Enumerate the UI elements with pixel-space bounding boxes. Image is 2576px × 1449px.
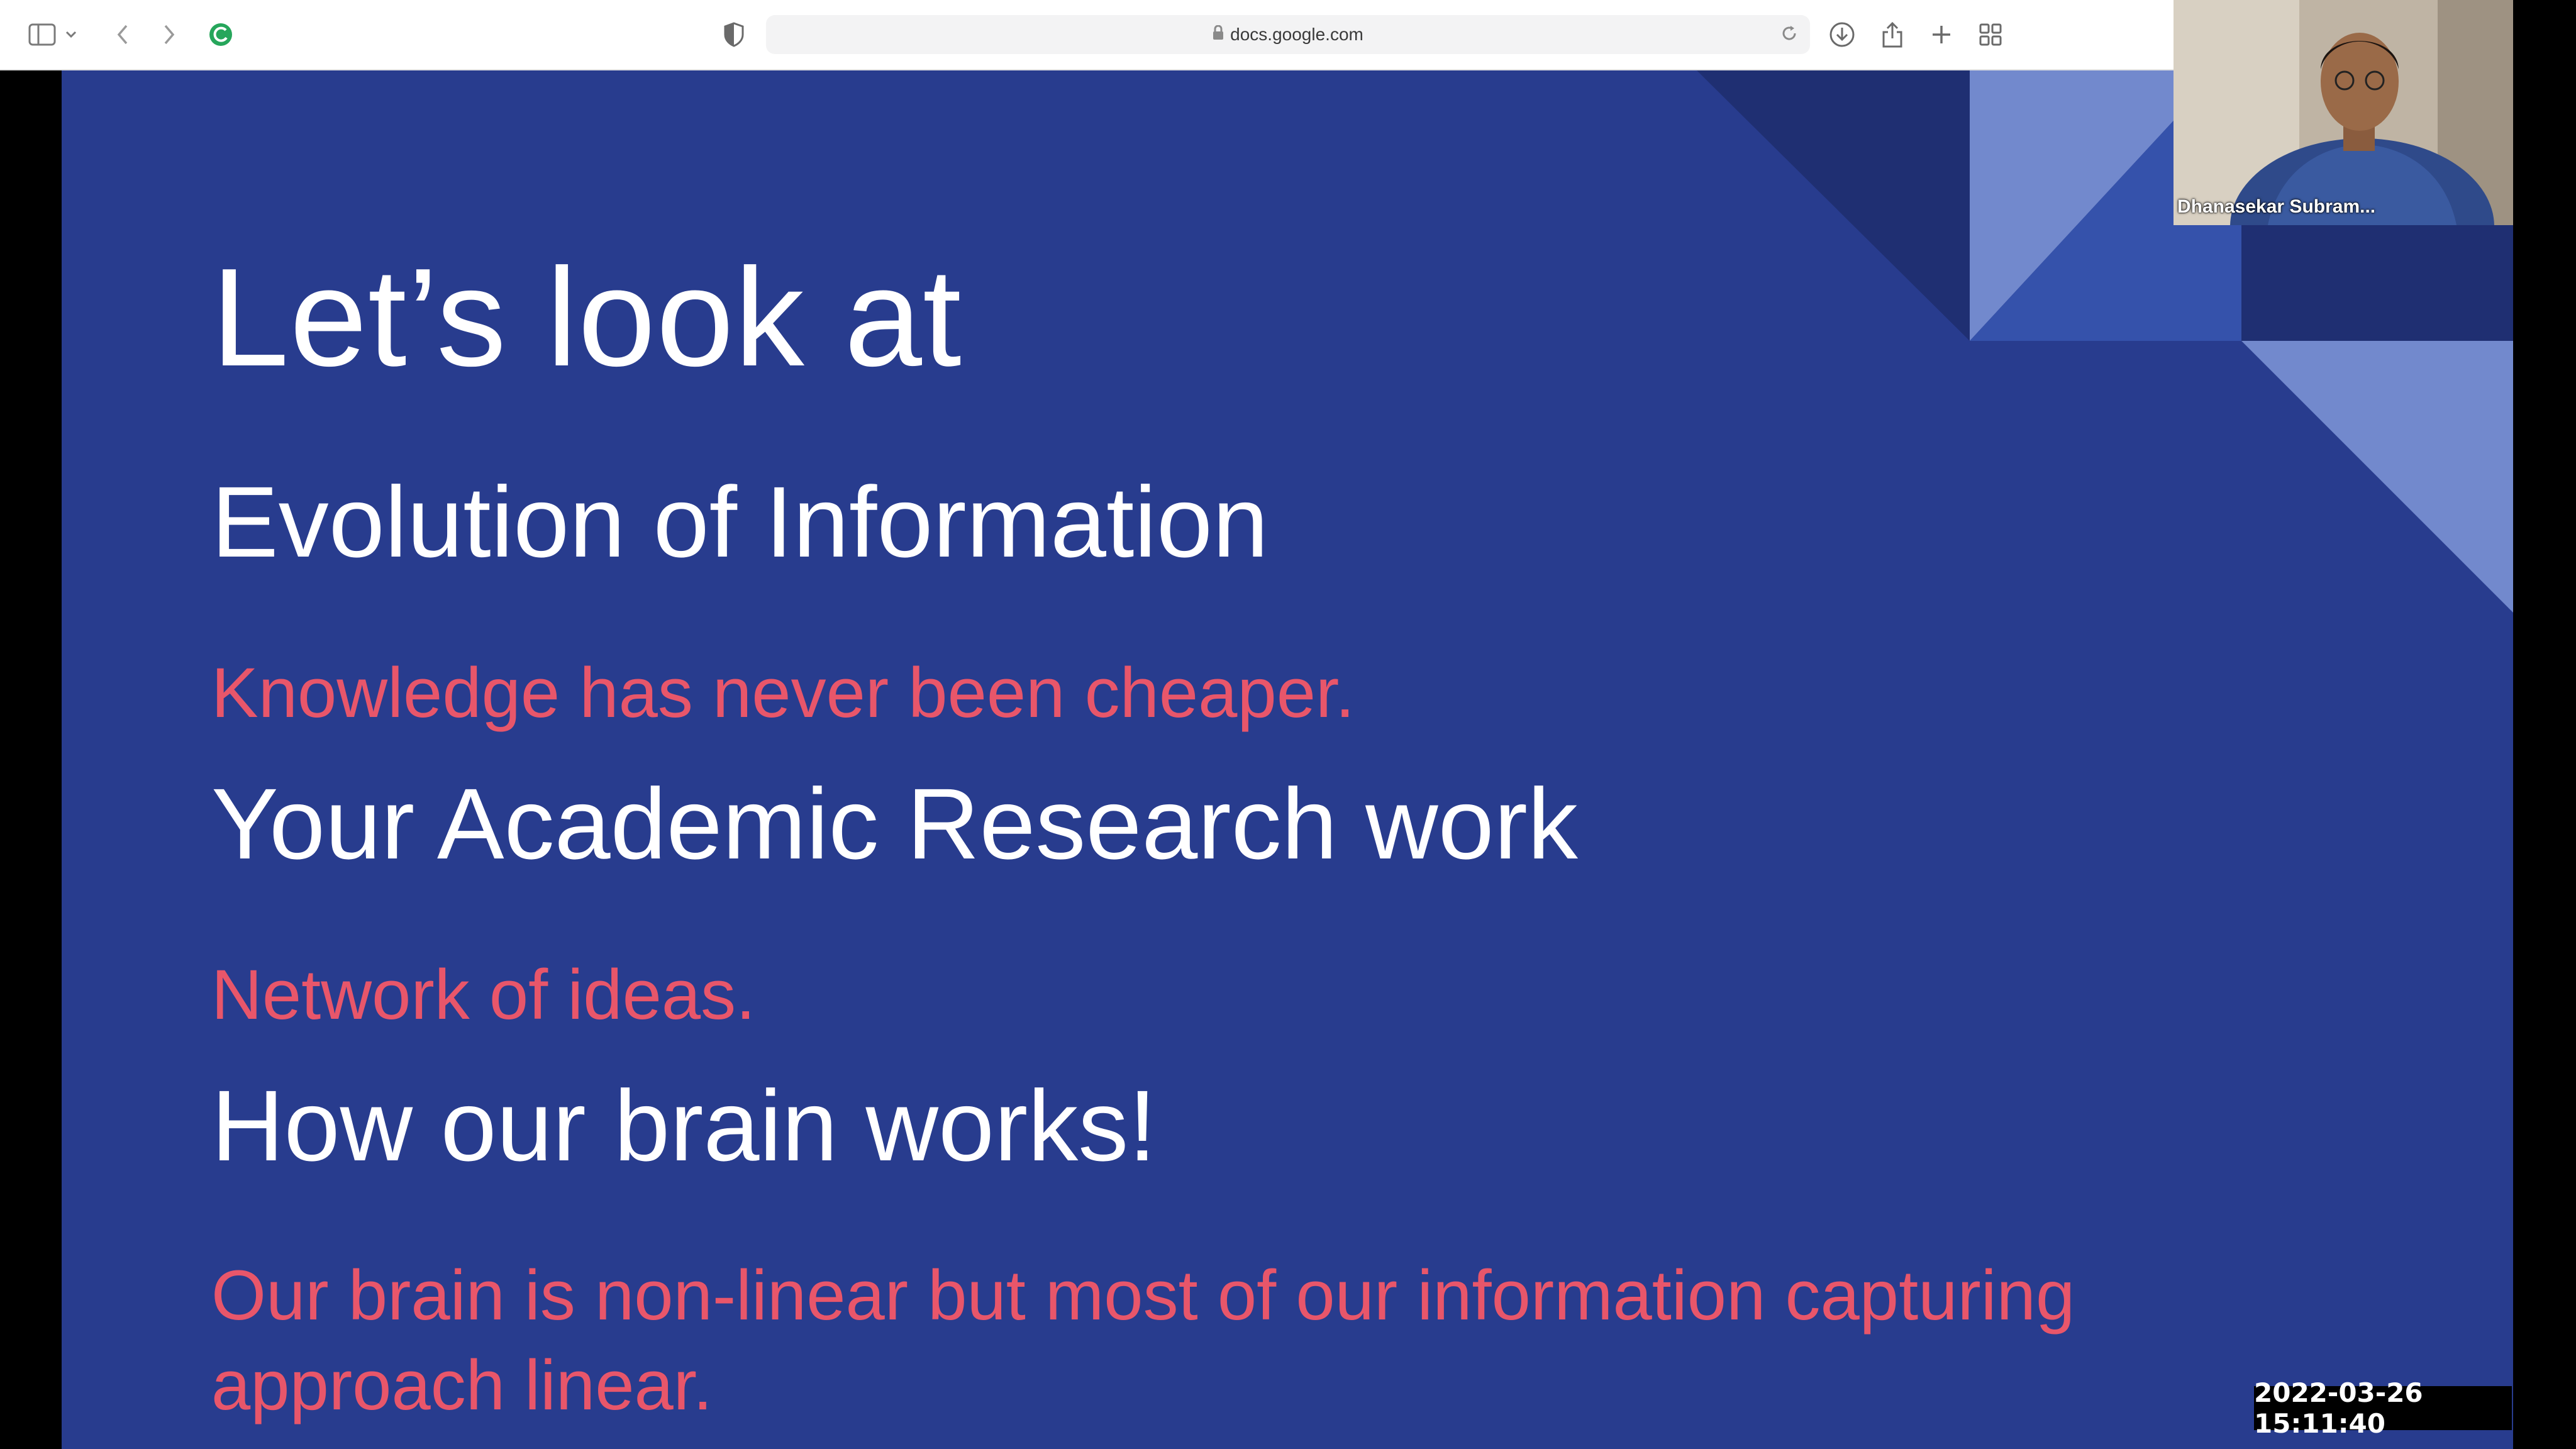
url-text: docs.google.com (1230, 25, 1363, 44)
browser-toolbar: docs.google.com (0, 0, 2174, 70)
chevron-down-icon[interactable] (62, 16, 80, 53)
sidebar-icon[interactable] (24, 16, 60, 53)
section-heading: Your Academic Research work (211, 767, 1578, 880)
back-icon[interactable] (104, 16, 141, 53)
slide-title: Let’s look at (211, 240, 962, 396)
plus-icon[interactable] (1923, 16, 1960, 53)
presentation-slide: Let’s look at Evolution of Information K… (62, 70, 2513, 1449)
participant-video-tile[interactable]: Dhanasekar Subram... (2174, 0, 2513, 225)
download-icon[interactable] (1824, 16, 1860, 53)
address-bar[interactable]: docs.google.com (766, 15, 1810, 54)
section-subtext: Network of ideas. (211, 955, 756, 1034)
grid-icon[interactable] (1972, 16, 2009, 53)
section-heading: Evolution of Information (211, 465, 1269, 578)
section-subtext: Our brain is non-linear but most of our … (211, 1256, 2075, 1425)
participant-video (2174, 0, 2513, 225)
share-icon[interactable] (1874, 16, 1911, 53)
extension-icon[interactable] (203, 16, 239, 53)
section-heading: How our brain works! (211, 1069, 1157, 1182)
reload-icon[interactable] (1780, 24, 1799, 47)
recording-timestamp: 2022-03-26 15:11:40 (2254, 1377, 2512, 1439)
forward-icon[interactable] (151, 16, 187, 53)
shield-icon[interactable] (716, 16, 752, 53)
lock-icon (1213, 25, 1224, 45)
section-subtext: Knowledge has never been cheaper. (211, 653, 1355, 732)
participant-name: Dhanasekar Subram... (2177, 196, 2376, 217)
